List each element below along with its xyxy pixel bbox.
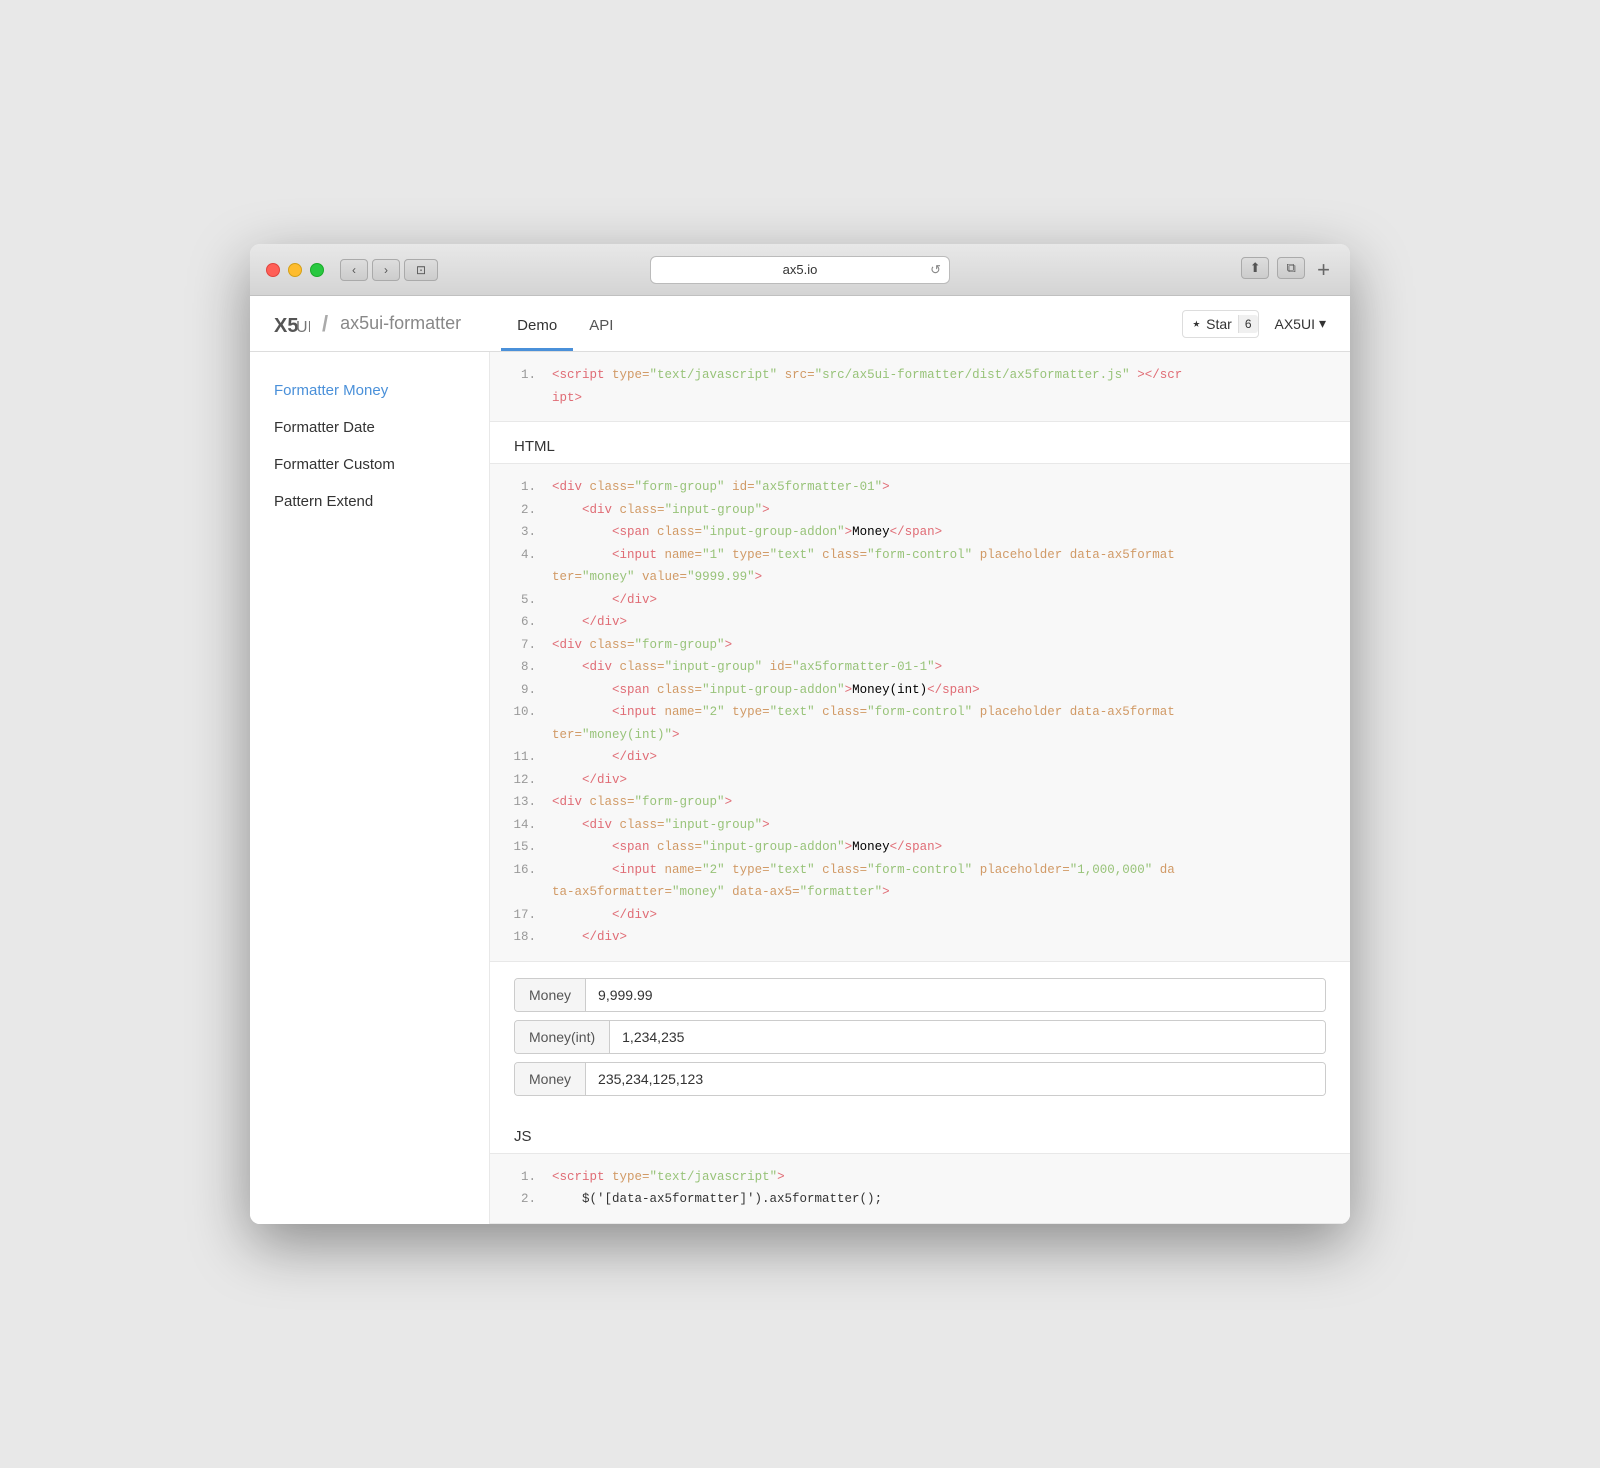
duplicate-button[interactable]: ⧉ — [1277, 257, 1305, 279]
money-addon-1: Money — [515, 979, 586, 1011]
share-icon: ⬆ — [1250, 260, 1261, 276]
html-section-label: HTML — [490, 422, 1350, 463]
address-bar-container: ax5.io ↺ — [650, 256, 950, 284]
sidebar: Formatter Money Formatter Date Formatter… — [250, 352, 490, 1224]
money-input-2[interactable] — [610, 1021, 1325, 1053]
html-code-block: 1. <div class="form-group" id="ax5format… — [490, 463, 1350, 962]
forward-icon: › — [384, 263, 388, 277]
money-addon-3: Money — [515, 1063, 586, 1095]
code-line: 11. </div> — [490, 746, 1350, 769]
dropdown-arrow-icon: ▾ — [1319, 315, 1326, 332]
code-content: ipt> — [552, 387, 1334, 410]
code-line: ter="money(int)"> — [490, 724, 1350, 747]
money-input-1[interactable] — [586, 979, 1325, 1011]
money-input-group-1: Money — [514, 978, 1326, 1012]
code-content: <script type="text/javascript" src="src/… — [552, 364, 1334, 387]
ax5ui-dropdown[interactable]: AX5UI ▾ — [1275, 315, 1327, 332]
sidebar-item-formatter-custom[interactable]: Formatter Custom — [250, 446, 489, 483]
close-button[interactable] — [266, 263, 280, 277]
logo: X5 UI / ax5ui-formatter — [274, 311, 461, 337]
svg-text:UI: UI — [296, 319, 310, 336]
svg-text:X5: X5 — [274, 315, 298, 336]
code-line: 1. <script type="text/javascript"> — [490, 1166, 1350, 1189]
code-line: 3. <span class="input-group-addon">Money… — [490, 521, 1350, 544]
code-line: 8. <div class="input-group" id="ax5forma… — [490, 656, 1350, 679]
nav-buttons: ‹ › ⊡ — [340, 259, 438, 281]
github-icon: ⭑ — [1193, 315, 1201, 332]
code-line: 5. </div> — [490, 589, 1350, 612]
header-right: ⭑ Star 6 AX5UI ▾ — [1182, 310, 1326, 338]
code-line: ta-ax5formatter="money" data-ax5="format… — [490, 881, 1350, 904]
logo-project: ax5ui-formatter — [340, 313, 461, 334]
main-content: Formatter Money Formatter Date Formatter… — [250, 352, 1350, 1224]
code-line: 7. <div class="form-group"> — [490, 634, 1350, 657]
star-label: Star — [1206, 316, 1232, 332]
logo-x5: X5 UI — [274, 311, 310, 337]
sidebar-item-pattern-extend[interactable]: Pattern Extend — [250, 483, 489, 520]
money-input-group-2: Money(int) — [514, 1020, 1326, 1054]
code-line: 12. </div> — [490, 769, 1350, 792]
js-section-label: JS — [490, 1112, 1350, 1153]
ax5ui-label: AX5UI — [1275, 316, 1315, 332]
back-icon: ‹ — [352, 263, 356, 277]
back-button[interactable]: ‹ — [340, 259, 368, 281]
url-text: ax5.io — [783, 262, 818, 277]
top-code-block: 1. <script type="text/javascript" src="s… — [490, 352, 1350, 422]
content-area[interactable]: 1. <script type="text/javascript" src="s… — [490, 352, 1350, 1224]
share-button[interactable]: ⬆ — [1241, 257, 1269, 279]
nav-api[interactable]: API — [573, 317, 629, 351]
code-line: 2. <div class="input-group"> — [490, 499, 1350, 522]
code-line: 17. </div> — [490, 904, 1350, 927]
code-line: 14. <div class="input-group"> — [490, 814, 1350, 837]
code-line: 18. </div> — [490, 926, 1350, 949]
code-line: 4. <input name="1" type="text" class="fo… — [490, 544, 1350, 567]
code-line: 15. <span class="input-group-addon">Mone… — [490, 836, 1350, 859]
title-bar: ‹ › ⊡ ax5.io ↺ ⬆ ⧉ + — [250, 244, 1350, 296]
duplicate-icon: ⧉ — [1286, 260, 1295, 276]
code-line: 2. $('[data-ax5formatter]').ax5formatter… — [490, 1188, 1350, 1211]
code-line: 10. <input name="2" type="text" class="f… — [490, 701, 1350, 724]
money-input-group-3: Money — [514, 1062, 1326, 1096]
star-count: 6 — [1238, 315, 1258, 333]
sidebar-item-formatter-date[interactable]: Formatter Date — [250, 409, 489, 446]
nav-demo[interactable]: Demo — [501, 317, 573, 351]
view-icon: ⊡ — [416, 263, 426, 277]
code-line: 16. <input name="2" type="text" class="f… — [490, 859, 1350, 882]
github-star-button[interactable]: ⭑ Star 6 — [1182, 310, 1259, 338]
sidebar-item-formatter-money[interactable]: Formatter Money — [250, 372, 489, 409]
view-button[interactable]: ⊡ — [404, 259, 438, 281]
header-nav: Demo API — [501, 296, 629, 351]
line-number: 1. — [506, 364, 536, 387]
minimize-button[interactable] — [288, 263, 302, 277]
money-addon-2: Money(int) — [515, 1021, 610, 1053]
code-line: 6. </div> — [490, 611, 1350, 634]
code-line: 1. <div class="form-group" id="ax5format… — [490, 476, 1350, 499]
forward-button[interactable]: › — [372, 259, 400, 281]
js-code-block: 1. <script type="text/javascript"> 2. $(… — [490, 1153, 1350, 1224]
logo-separator: / — [322, 311, 328, 337]
address-bar[interactable]: ax5.io ↺ — [650, 256, 950, 284]
code-line: 13. <div class="form-group"> — [490, 791, 1350, 814]
code-line: 9. <span class="input-group-addon">Money… — [490, 679, 1350, 702]
title-bar-right: ⬆ ⧉ + — [1241, 257, 1334, 283]
line-number — [506, 387, 536, 410]
code-line: ter="money" value="9999.99"> — [490, 566, 1350, 589]
new-tab-button[interactable]: + — [1313, 257, 1334, 283]
app-header: X5 UI / ax5ui-formatter Demo API ⭑ Star … — [250, 296, 1350, 352]
refresh-button[interactable]: ↺ — [930, 262, 941, 278]
browser-window: ‹ › ⊡ ax5.io ↺ ⬆ ⧉ + — [250, 244, 1350, 1224]
form-groups-section: Money Money(int) Money — [490, 962, 1350, 1112]
money-input-3[interactable] — [586, 1063, 1325, 1095]
maximize-button[interactable] — [310, 263, 324, 277]
traffic-lights — [266, 263, 324, 277]
